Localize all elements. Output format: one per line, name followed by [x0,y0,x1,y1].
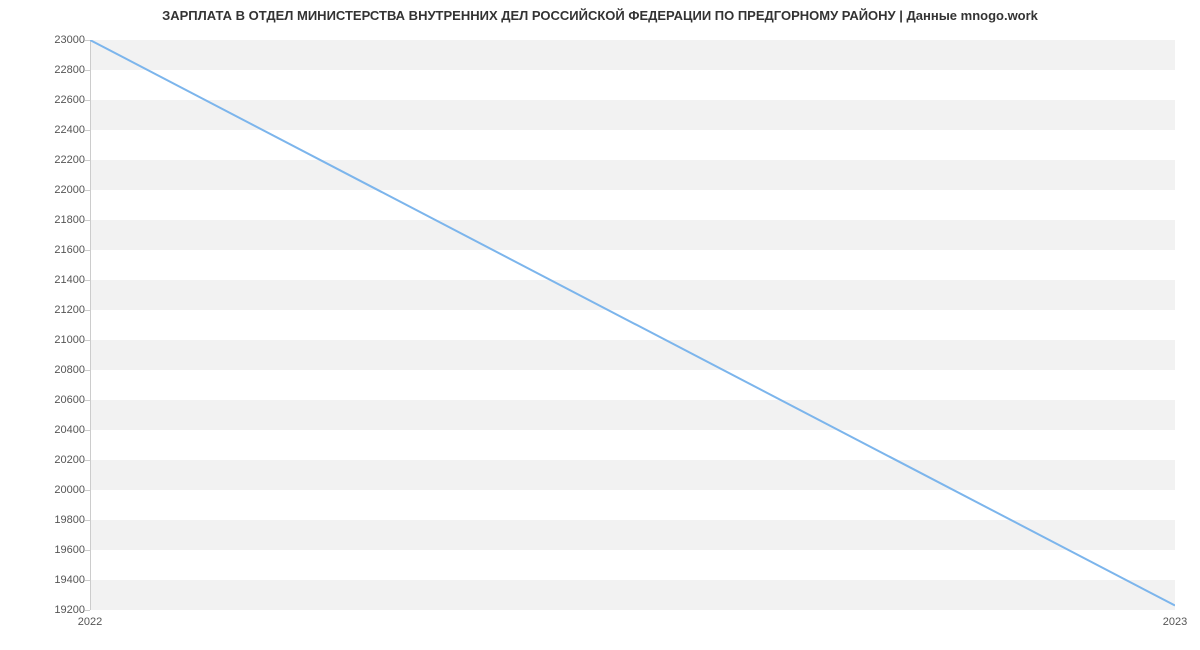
y-axis-tick-label: 21200 [5,304,85,316]
y-axis-tick-label: 19800 [5,514,85,526]
y-axis-tick-label: 21800 [5,214,85,226]
chart-title: ЗАРПЛАТА В ОТДЕЛ МИНИСТЕРСТВА ВНУТРЕННИХ… [0,8,1200,23]
y-axis-tick-label: 19200 [5,604,85,616]
y-axis-tick-label: 21400 [5,274,85,286]
y-axis-tick-label: 23000 [5,34,85,46]
y-axis-tick-label: 22400 [5,124,85,136]
y-axis-tick-label: 21600 [5,244,85,256]
y-axis-tick-label: 20000 [5,484,85,496]
chart-plot-area [90,40,1175,610]
y-axis-tick-label: 20800 [5,364,85,376]
y-axis-tick-label: 19600 [5,544,85,556]
y-axis-tick-label: 21000 [5,334,85,346]
y-axis-tick-label: 22000 [5,184,85,196]
y-axis-tick-label: 19400 [5,574,85,586]
y-axis-tick-label: 20200 [5,454,85,466]
y-axis-tick-label: 20600 [5,394,85,406]
y-axis-tick-label: 22200 [5,154,85,166]
x-axis-tick-label: 2022 [78,616,102,628]
y-axis-tick-label: 20400 [5,424,85,436]
chart-line-series [90,40,1175,610]
y-axis-tick-mark [85,610,90,611]
y-axis-tick-label: 22600 [5,94,85,106]
y-axis-tick-label: 22800 [5,64,85,76]
x-axis-tick-label: 2023 [1163,616,1187,628]
